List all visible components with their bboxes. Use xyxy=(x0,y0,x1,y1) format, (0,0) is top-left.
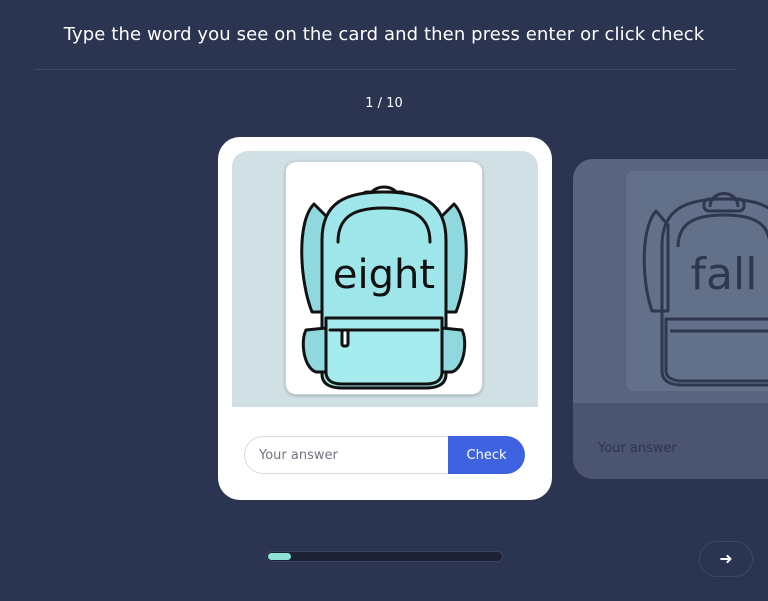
answer-input[interactable] xyxy=(244,436,468,474)
backpack-icon: fall xyxy=(642,192,768,387)
flashcard-next[interactable]: fall Your answer xyxy=(573,159,768,479)
card-image-area: eight xyxy=(232,151,538,407)
header-divider xyxy=(34,69,736,70)
card-picture: eight xyxy=(286,162,482,394)
flashcard-current: eight Check xyxy=(218,137,552,500)
backpack-icon: eight xyxy=(300,185,468,390)
next-card-button[interactable]: ➜ xyxy=(699,541,753,577)
progress-fill xyxy=(268,553,291,560)
next-card-answer-placeholder: Your answer xyxy=(598,441,677,456)
progress-bar xyxy=(266,551,503,562)
next-card-word: fall xyxy=(691,249,758,300)
check-button[interactable]: Check xyxy=(448,436,525,474)
card-counter: 1 / 10 xyxy=(365,96,403,111)
next-card-picture: fall xyxy=(626,171,768,391)
arrow-right-icon: ➜ xyxy=(719,551,733,568)
flashcard-page: Type the word you see on the card and th… xyxy=(0,0,768,601)
card-word: eight xyxy=(333,252,435,298)
instruction-text: Type the word you see on the card and th… xyxy=(63,24,705,45)
answer-row: Check xyxy=(244,436,526,474)
next-card-image-area: fall xyxy=(573,159,768,403)
